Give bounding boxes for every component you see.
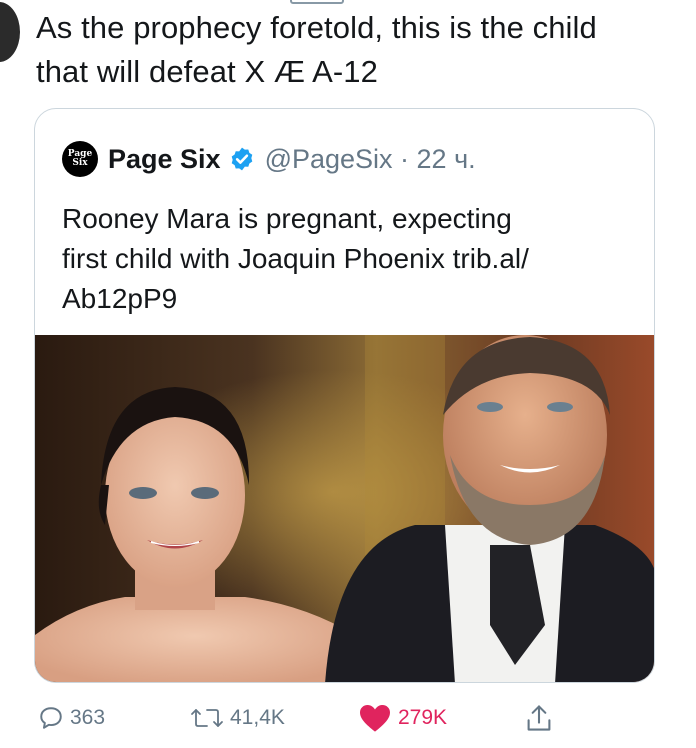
- quoted-author-name[interactable]: Page Six: [108, 144, 221, 175]
- tweet-text: As the prophecy foretold, this is the ch…: [36, 6, 676, 94]
- retweet-icon: [191, 709, 223, 727]
- retweet-button[interactable]: 41,4K: [190, 700, 285, 736]
- quoted-text-line: Rooney Mara is pregnant, expecting: [62, 203, 512, 234]
- share-button[interactable]: [525, 700, 559, 736]
- quoted-text-span: first child with Joaquin Phoenix trib.al…: [62, 243, 529, 274]
- tweet-text-line: As the prophecy foretold, this is the ch…: [36, 10, 597, 45]
- toolbar-remnant: [290, 0, 344, 4]
- verified-badge-icon: [231, 147, 252, 171]
- reply-icon: [40, 707, 62, 729]
- quoted-tweet-photo[interactable]: [35, 335, 655, 683]
- reply-button[interactable]: 363: [38, 700, 105, 736]
- reply-count: 363: [70, 706, 106, 729]
- quoted-handle-time: @PageSix · 22 ч.: [264, 143, 476, 174]
- page-six-logo[interactable]: Page Six: [62, 141, 98, 177]
- retweet-count: 41,4K: [230, 706, 285, 729]
- quoted-tweet-text: Rooney Mara is pregnant, expecting first…: [62, 199, 632, 319]
- tweet-actions-bar: 363 41,4K 279K: [0, 700, 696, 740]
- logo-text: Six: [72, 158, 88, 168]
- quoted-text-line: first child with Joaquin Phoenix trib.al…: [62, 239, 632, 279]
- heart-icon: [360, 705, 390, 732]
- like-button[interactable]: 279K: [358, 700, 447, 736]
- quoted-link-text[interactable]: Ab12pP9: [62, 279, 632, 319]
- quoted-tweet-card[interactable]: Page Six Page Six @PageSix · 22 ч. Roone…: [34, 108, 655, 683]
- avatar[interactable]: [0, 2, 20, 62]
- like-count: 279K: [398, 706, 448, 729]
- tweet-text-line: that will defeat X Æ A-12: [36, 54, 378, 89]
- quoted-tweet-header: Page Six Page Six @PageSix · 22 ч.: [62, 141, 476, 177]
- share-icon: [527, 705, 551, 731]
